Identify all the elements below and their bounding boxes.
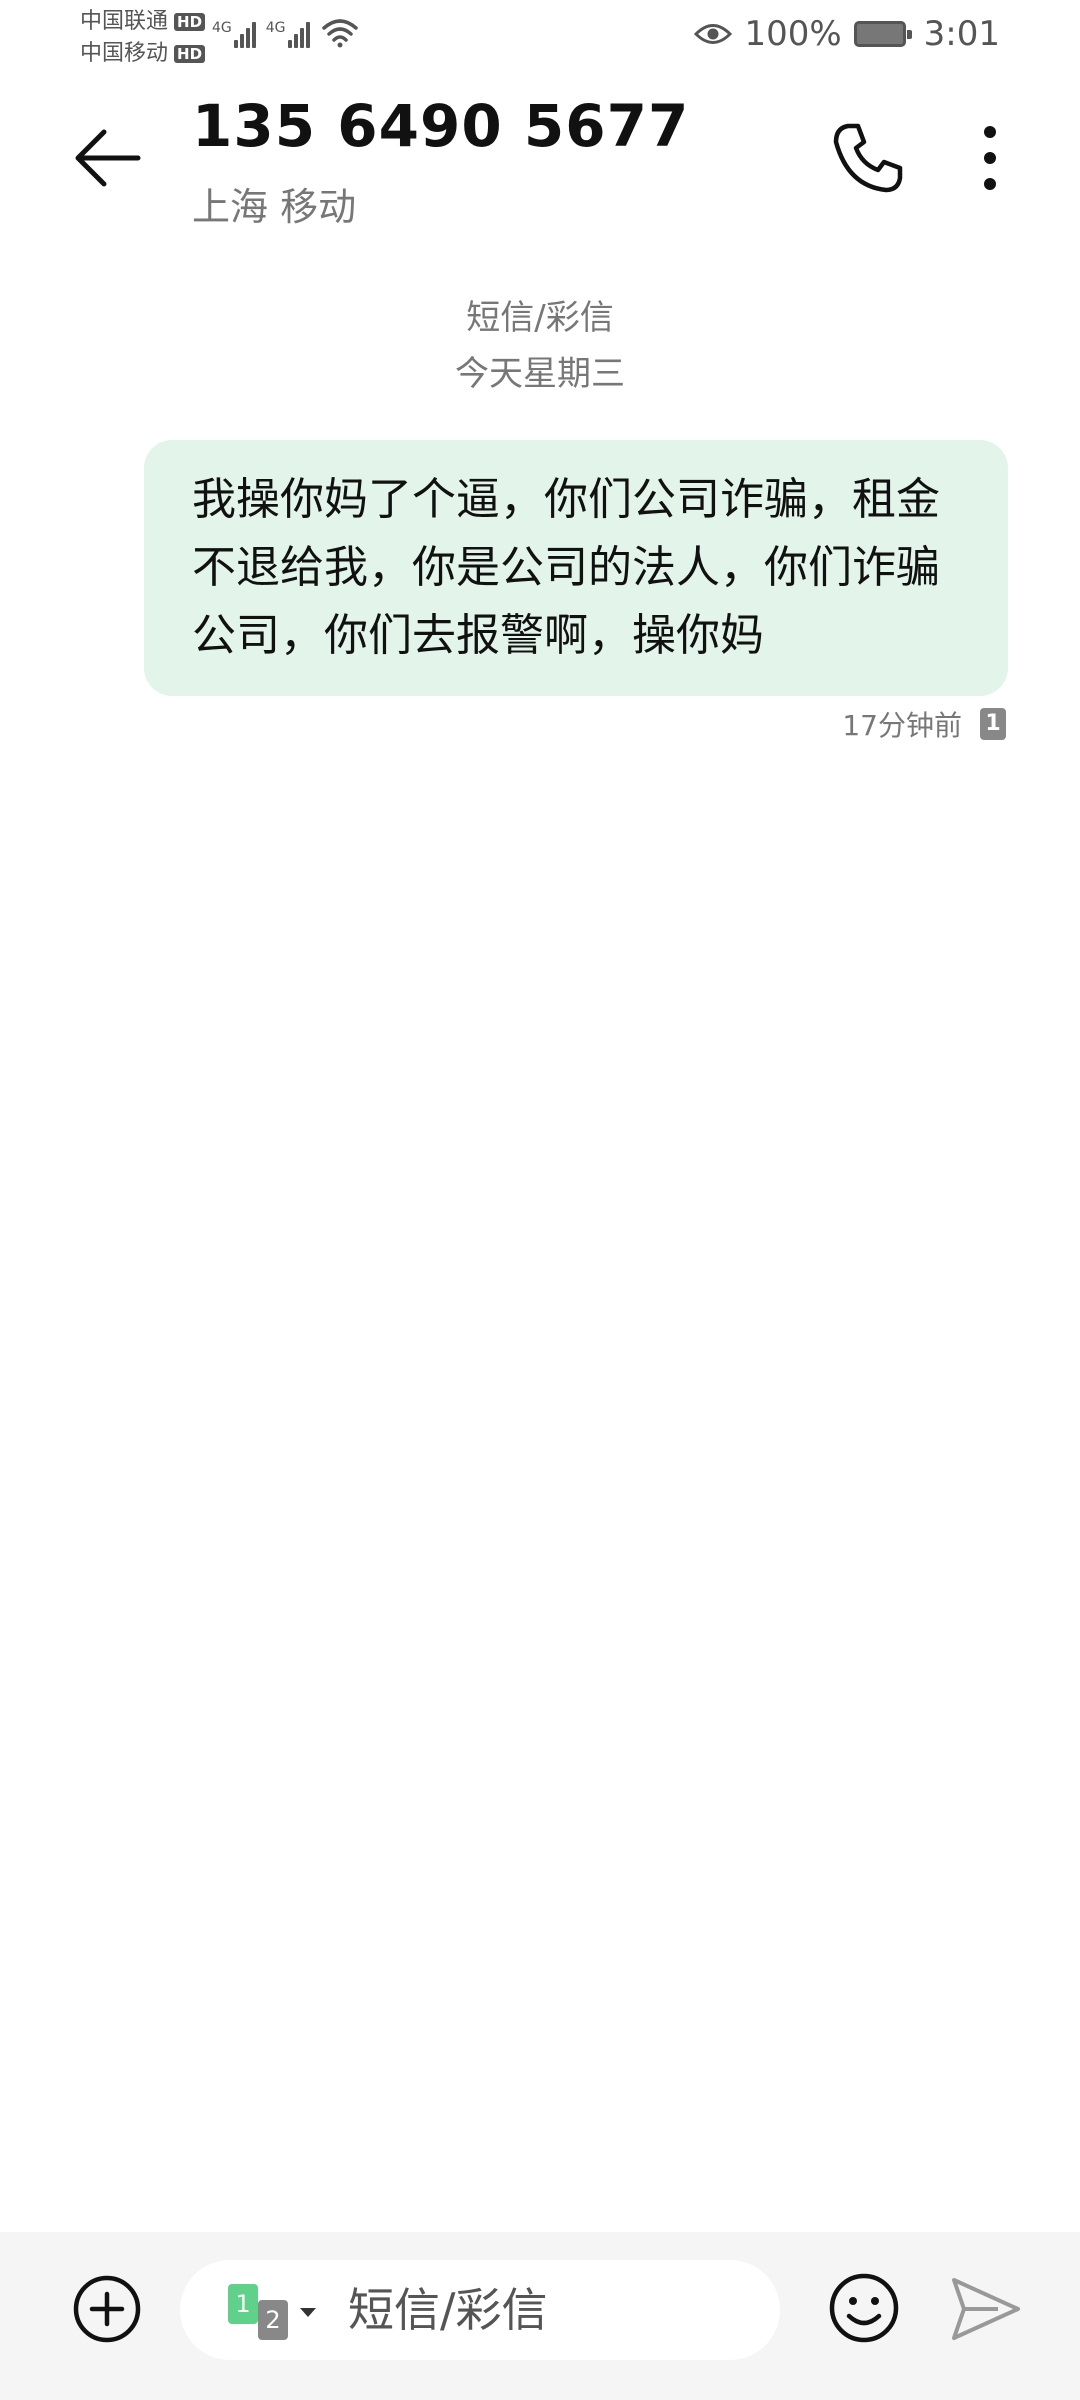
status-bar: 中国联通 HD 中国移动 HD 4G 4G 100% 3:01 — [0, 0, 1080, 72]
outgoing-message-bubble[interactable]: 我操你妈了个逼，你们公司诈骗，租金不退给我，你是公司的法人，你们诈骗公司，你们去… — [144, 440, 1008, 696]
back-arrow-icon — [75, 129, 141, 187]
phone-icon — [833, 123, 903, 193]
carrier-1-label: 中国联通 — [80, 9, 169, 34]
eye-comfort-icon — [694, 24, 733, 44]
status-right-group: 100% 3:01 — [694, 14, 1000, 54]
messaging-screen: 中国联通 HD 中国移动 HD 4G 4G 100% 3:01 135 6490… — [0, 0, 1080, 2400]
sim-switch-button[interactable]: 1 2 — [228, 2284, 316, 2340]
carrier-2-label: 中国移动 — [80, 41, 169, 66]
chevron-down-icon — [300, 2308, 316, 2317]
message-meta: 17分钟前 1 — [842, 704, 1006, 744]
hd-badge: HD — [174, 13, 206, 31]
hd-badge: HD — [174, 45, 206, 63]
more-vertical-icon — [984, 126, 996, 190]
send-button[interactable] — [948, 2272, 1022, 2346]
contact-number[interactable]: 135 6490 5677 — [192, 92, 689, 160]
clock: 3:01 — [923, 14, 1000, 54]
more-options-button[interactable] — [960, 118, 1020, 198]
message-input[interactable] — [348, 2282, 758, 2338]
signal-indicators: 4G 4G — [212, 16, 360, 48]
date-separator: 今天星期三 — [455, 354, 625, 394]
compose-bar: 1 2 — [0, 2232, 1080, 2400]
signal-strength-icon: 4G — [266, 20, 310, 48]
message-time: 17分钟前 — [842, 709, 962, 742]
battery-icon — [853, 21, 912, 47]
message-type-label: 短信/彩信 — [466, 298, 614, 338]
back-button[interactable] — [70, 120, 146, 196]
sim-card-icon: 1 — [980, 708, 1006, 740]
add-attachment-button[interactable] — [72, 2274, 142, 2344]
battery-percent: 100% — [744, 14, 842, 54]
send-icon — [952, 2278, 1020, 2340]
sim-2-icon: 2 — [258, 2300, 288, 2340]
call-button[interactable] — [828, 118, 908, 198]
smiley-icon — [829, 2273, 899, 2343]
sim-1-icon: 1 — [228, 2284, 258, 2324]
wifi-icon — [321, 19, 358, 48]
carrier-info: 中国联通 HD 中国移动 HD — [80, 6, 206, 70]
contact-location: 上海 移动 — [192, 185, 357, 229]
plus-circle-icon — [73, 2275, 141, 2343]
emoji-button[interactable] — [828, 2272, 900, 2344]
compose-field-container: 1 2 — [180, 2260, 780, 2360]
conversation-header: 135 6490 5677 上海 移动 — [0, 80, 1080, 240]
signal-strength-icon: 4G — [212, 20, 256, 48]
